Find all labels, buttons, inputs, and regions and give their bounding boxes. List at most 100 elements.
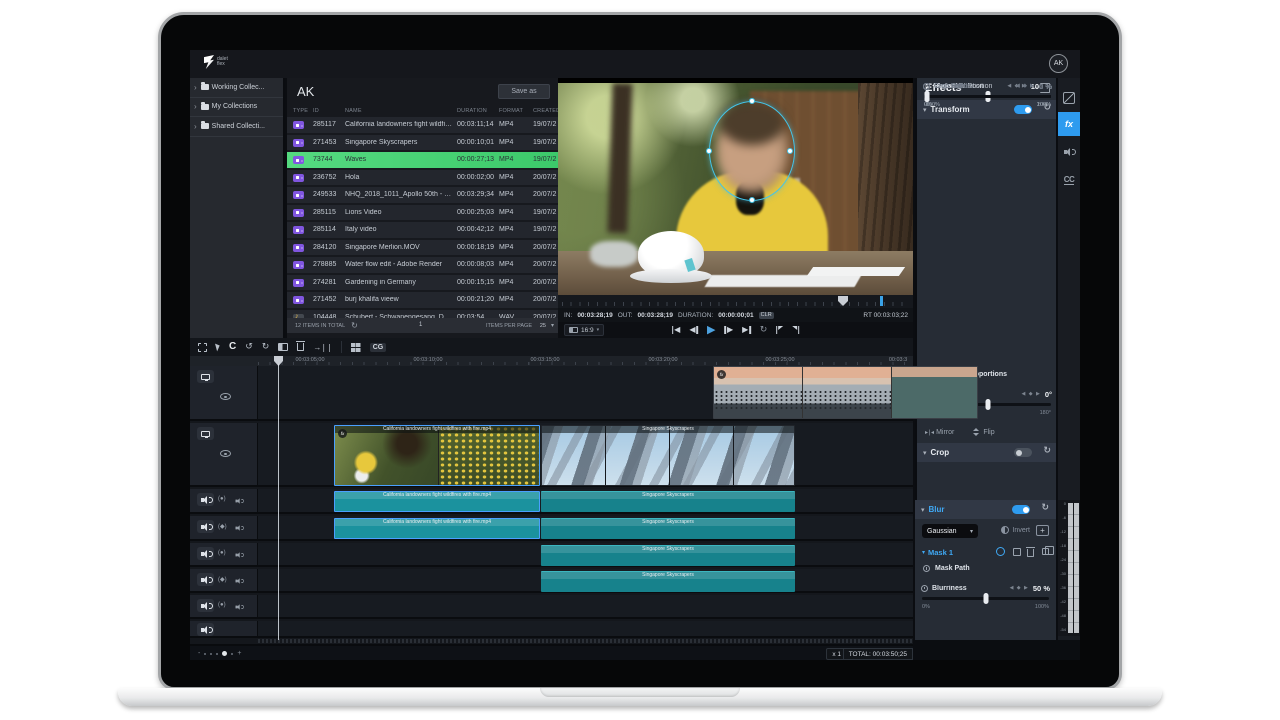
add-mask-button[interactable]: + xyxy=(1036,525,1049,536)
timeline-ruler[interactable]: 00:03:05;0000:03:10;0000:03:15;0000:03:2… xyxy=(190,356,913,366)
tab-effects[interactable]: fx xyxy=(1058,112,1080,136)
level-speaker-icon[interactable] xyxy=(236,552,243,559)
track-visibility-icon[interactable] xyxy=(220,450,231,457)
blur-toggle[interactable] xyxy=(1012,505,1030,514)
slider-thumb[interactable] xyxy=(985,399,990,410)
loop-button[interactable]: ↻ xyxy=(760,325,768,335)
tab-captions[interactable]: CC xyxy=(1058,168,1080,192)
track-v2-lane[interactable]: fx xyxy=(258,366,913,419)
level-speaker-icon[interactable] xyxy=(236,498,243,505)
rectangle-mask-icon[interactable] xyxy=(1013,548,1021,556)
track-a3-lane[interactable]: Singapore Skyscrapers xyxy=(258,543,913,565)
mask-path-row[interactable]: Mask Path xyxy=(923,565,970,572)
clip-singapore-audio[interactable]: Singapore Skyscrapers xyxy=(541,518,795,539)
pan-icon[interactable]: (●) xyxy=(218,602,226,608)
media-row[interactable]: 73744 Waves 00:00:27;13 MP4 19/07/2 xyxy=(287,152,558,168)
tab-transitions[interactable] xyxy=(1058,86,1080,110)
clip-california-audio[interactable]: California landowners fight wildfires wi… xyxy=(334,518,540,539)
crop-reset-icon[interactable]: ↻ xyxy=(1043,446,1051,456)
track-v1-lane[interactable]: California landowners fight wildfires wi… xyxy=(258,423,913,485)
track-a6-lane[interactable] xyxy=(258,621,913,636)
undo-icon[interactable]: ↺ xyxy=(245,343,253,352)
marquee-select-icon[interactable] xyxy=(198,343,207,352)
invert-control[interactable]: Invert xyxy=(1001,526,1030,534)
zoom-in-icon[interactable]: + xyxy=(237,650,241,657)
cg-button[interactable]: CG xyxy=(370,343,387,352)
mask-handle-right[interactable] xyxy=(787,148,793,154)
aspect-ratio-select[interactable]: 16:9 ▾ xyxy=(564,324,604,336)
grid-view-icon[interactable] xyxy=(351,343,361,352)
clip-singapore-video[interactable]: Singapore Skyscrapers xyxy=(541,425,795,486)
go-to-end-button[interactable]: ▶ xyxy=(742,325,751,334)
horizontal-scrollbar[interactable] xyxy=(258,639,913,643)
track-mute-button[interactable] xyxy=(197,623,214,636)
mirror-button[interactable]: ▸❘◂ Mirror xyxy=(925,429,954,436)
track-monitor-button[interactable] xyxy=(197,370,214,383)
media-row[interactable]: 274281 Gardening in Germany 00:00:15;15 … xyxy=(287,275,558,291)
duplicate-mask-icon[interactable] xyxy=(1042,548,1049,555)
snap-magnet-icon[interactable]: C xyxy=(229,342,236,352)
keyframe-clock-icon[interactable] xyxy=(921,585,928,592)
mask-handle-left[interactable] xyxy=(706,148,712,154)
keyframe-nav-icons[interactable]: ◀ ◆ ▶ xyxy=(1016,83,1035,89)
pan-icon[interactable]: (●) xyxy=(218,550,226,556)
mark-out-button[interactable] xyxy=(792,326,799,334)
media-row[interactable]: 249533 NHQ_2018_1011_Apollo 50th - First… xyxy=(287,187,558,203)
pointer-tool-icon[interactable] xyxy=(215,343,221,352)
pan-icon[interactable]: (◆) xyxy=(218,576,227,583)
collection-folder-item[interactable]: My Collections xyxy=(190,98,283,118)
dalet-flex-logo[interactable]: dalet flex xyxy=(204,55,228,69)
media-row[interactable]: 284120 Singapore Merlion.MOV 00:00:18;19… xyxy=(287,240,558,256)
clip-california-video[interactable]: California landowners fight wildfires wi… xyxy=(334,425,540,486)
slider-thumb[interactable] xyxy=(983,593,988,604)
collection-folder-item[interactable]: Working Collec... xyxy=(190,78,283,98)
track-mute-button[interactable] xyxy=(197,520,214,533)
media-row[interactable]: 285117 California landowners fight wildf… xyxy=(287,117,558,133)
tab-audio[interactable] xyxy=(1058,140,1080,164)
level-speaker-icon[interactable] xyxy=(236,525,243,532)
keyframe-clock-icon[interactable] xyxy=(923,83,930,90)
overwrite-icon[interactable] xyxy=(278,343,288,351)
page-number[interactable]: 1 xyxy=(419,322,422,328)
frame-forward-button[interactable]: ▶ xyxy=(724,325,733,334)
redo-icon[interactable]: ↻ xyxy=(262,343,270,352)
pan-icon[interactable]: (◆) xyxy=(218,523,227,530)
keyframe-nav-icons[interactable]: ◀ ◆ ▶ xyxy=(1010,585,1029,591)
clip-singapore-audio[interactable]: Singapore Skyscrapers xyxy=(541,571,795,592)
zoom-out-icon[interactable]: ‐ xyxy=(198,650,200,657)
track-monitor-button[interactable] xyxy=(197,427,214,440)
blur-reset-icon[interactable]: ↻ xyxy=(1041,503,1049,513)
media-row[interactable]: 278885 Water flow edit - Adobe Render 00… xyxy=(287,257,558,273)
clear-button[interactable]: CLR xyxy=(759,312,774,319)
save-as-button[interactable]: Save as xyxy=(498,84,550,99)
track-a1-lane[interactable]: California landowners fight wildfires wi… xyxy=(258,489,913,512)
blur-type-select[interactable]: Gaussian xyxy=(922,524,978,538)
blur-mask-ellipse[interactable] xyxy=(709,101,795,201)
slider-track[interactable] xyxy=(924,95,1051,98)
preview-scrubber[interactable] xyxy=(558,295,913,308)
track-mute-button[interactable] xyxy=(197,547,214,560)
mark-in-button[interactable] xyxy=(776,326,783,334)
level-speaker-icon[interactable] xyxy=(236,604,243,611)
clip-singapore-audio[interactable]: Singapore Skyscrapers xyxy=(541,545,795,566)
track-mute-button[interactable] xyxy=(197,573,214,586)
items-per-page-value[interactable]: 25 xyxy=(540,323,546,329)
delete-icon[interactable] xyxy=(297,343,304,351)
crop-section-header[interactable]: Crop ↻ xyxy=(917,443,1056,462)
track-mute-button[interactable] xyxy=(197,599,214,612)
media-row[interactable]: 236752 Hola 00:00:02;00 MP4 20/07/2 xyxy=(287,170,558,186)
timeline-zoom-slider[interactable]: ‐ + xyxy=(198,650,241,657)
refresh-icon[interactable]: ↻ xyxy=(351,321,358,330)
slider-thumb[interactable] xyxy=(924,91,929,102)
flip-button[interactable]: Flip xyxy=(972,428,994,436)
clip-singapore-audio[interactable]: Singapore Skyscrapers xyxy=(541,491,795,512)
play-button[interactable]: ▶ xyxy=(707,323,715,336)
keyframe-nav-icons[interactable]: ◀ ◆ ▶ xyxy=(1022,391,1041,397)
delete-mask-icon[interactable] xyxy=(1027,549,1034,557)
clip-california-audio[interactable]: California landowners fight wildfires wi… xyxy=(334,491,540,512)
chevron-down-icon[interactable]: ▾ xyxy=(551,322,554,329)
media-row[interactable]: 285114 Italy video 00:00:42;12 MP4 19/07… xyxy=(287,222,558,238)
blur-section-header[interactable]: Blur ↻ xyxy=(915,500,1056,519)
collection-folder-item[interactable]: Shared Collecti... xyxy=(190,117,283,137)
pan-icon[interactable]: (●) xyxy=(218,496,226,502)
